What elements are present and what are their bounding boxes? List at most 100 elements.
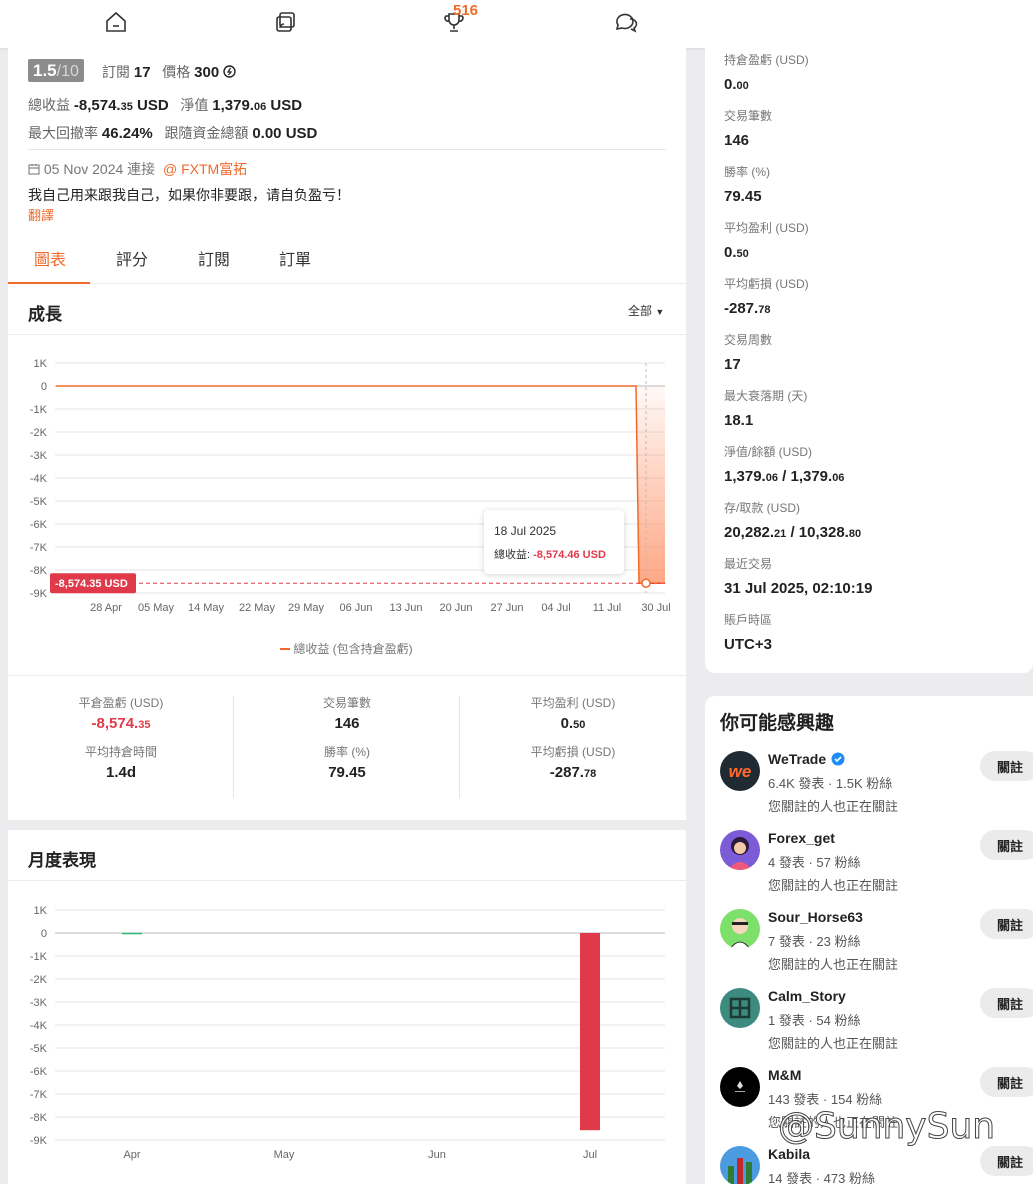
avatar[interactable] bbox=[720, 1146, 760, 1184]
user-note: 您關註的人也正在關註 bbox=[768, 799, 899, 814]
follow-button[interactable]: 關註 bbox=[980, 1146, 1033, 1176]
suggestion-item[interactable]: Sour_Horse63 7 發表 · 23 粉絲 您關註的人也正在關註 關註 bbox=[720, 909, 1033, 979]
monthly-performance-card: 月度表現 1K 0 -1K -2K -3K -4K -5K -6K -7K -8K -9K Apr M… bbox=[8, 830, 686, 1184]
user-name[interactable]: Sour_Horse63 bbox=[768, 909, 863, 925]
x-tick-label: Apr bbox=[123, 1149, 140, 1161]
avatar[interactable] bbox=[720, 988, 760, 1028]
user-name[interactable]: M&M bbox=[768, 1067, 801, 1083]
tab-orders[interactable]: 訂單 bbox=[279, 246, 311, 270]
chart-legend[interactable]: 總收益 (包含持倉盈虧) bbox=[280, 640, 413, 657]
translate-link[interactable]: 翻譯 bbox=[28, 205, 54, 224]
x-tick-label: 06 Jun bbox=[339, 602, 372, 614]
stat-item: 交易周數 17 bbox=[724, 331, 772, 373]
suggestion-item[interactable]: we WeTrade 6.4K 發表 · 1.5K 粉絲 您關註的人也正在關註 … bbox=[720, 751, 1033, 821]
stat-value: 0.50 bbox=[724, 244, 749, 261]
user-name[interactable]: Kabila bbox=[768, 1146, 810, 1162]
growth-chart: 1K 0 -1K -2K -3K -4K -5K -6K -7K -8K -9K 28 Apr 05 … bbox=[30, 358, 671, 614]
stat-item: 最大衰落期 (天) 18.1 bbox=[724, 387, 807, 429]
follow-button[interactable]: 關註 bbox=[980, 830, 1033, 860]
x-tick-label: 22 May bbox=[239, 602, 276, 614]
caret-down-icon: ▼ bbox=[655, 307, 665, 317]
chat-icon[interactable] bbox=[613, 9, 639, 35]
connected-line: 05 Nov 2024 連接 @ FXTM富拓 bbox=[28, 159, 247, 179]
x-tick-label: 13 Jun bbox=[389, 602, 422, 614]
x-tick-label: 28 Apr bbox=[90, 602, 122, 614]
subscribe-count: 訂閱 17 價格 300 bbox=[102, 62, 236, 82]
stat-label: 平均盈利 (USD) bbox=[724, 221, 809, 235]
y-tick-label: 1K bbox=[34, 358, 48, 370]
x-tick-label: Jul bbox=[583, 1149, 597, 1161]
current-value-label: -8,574.35 USD bbox=[55, 578, 128, 590]
copy-trade-icon[interactable] bbox=[273, 9, 299, 35]
stat-value: 20,282.21 / 10,328.80 bbox=[724, 524, 862, 541]
user-stats: 4 發表 · 57 粉絲 bbox=[768, 855, 861, 870]
tab-subscription[interactable]: 訂閱 bbox=[198, 246, 230, 270]
divider bbox=[28, 149, 666, 150]
monthly-bar bbox=[580, 933, 600, 1131]
user-stats: 14 發表 · 473 粉絲 bbox=[768, 1171, 875, 1184]
calendar-icon bbox=[28, 164, 40, 175]
user-note: 您關註的人也正在關註 bbox=[768, 1036, 899, 1051]
trader-profile-card: 1.5/10 訂閱 17 價格 300 總收益 -8,574.35 USD 淨值… bbox=[8, 48, 686, 284]
stat-item: 最近交易 31 Jul 2025, 02:10:19 bbox=[724, 555, 872, 597]
y-tick-label: -5K bbox=[30, 496, 48, 508]
stat-value: 146 bbox=[724, 132, 750, 149]
suggestion-item[interactable]: Kabila 14 發表 · 473 粉絲 關註 bbox=[720, 1146, 1033, 1184]
tooltip-date: 18 Jul 2025 bbox=[494, 524, 557, 538]
x-tick-label: 29 May bbox=[288, 602, 325, 614]
suggestions-title: 你可能感興趣 bbox=[720, 713, 835, 734]
user-name[interactable]: Calm_Story bbox=[768, 988, 846, 1004]
verified-badge-icon bbox=[831, 752, 845, 771]
x-tick-label: May bbox=[274, 1149, 295, 1161]
y-tick-label: -7K bbox=[30, 542, 48, 554]
y-tick-label: -9K bbox=[30, 588, 48, 600]
stat-item: 淨值/餘額 (USD) 1,379.06 / 1,379.06 bbox=[724, 443, 844, 485]
follow-button[interactable]: 關註 bbox=[980, 751, 1033, 781]
suggestion-item[interactable]: Calm_Story 1 發表 · 54 粉絲 您關註的人也正在關註 關註 bbox=[720, 988, 1033, 1058]
y-tick-label: -2K bbox=[30, 974, 48, 986]
stat-label: 賬戶時區 bbox=[724, 613, 773, 627]
y-tick-label: -3K bbox=[30, 997, 48, 1009]
stats-column-2: 交易筆數 146 勝率 (%) 79.45 bbox=[322, 696, 371, 781]
y-tick-label: -5K bbox=[30, 1043, 48, 1055]
profile-tabs: 圖表 評分 訂閱 訂單 bbox=[8, 234, 686, 284]
y-tick-label: 1K bbox=[34, 905, 48, 917]
suggestion-item[interactable]: Forex_get 4 發表 · 57 粉絲 您關註的人也正在關註 關註 bbox=[720, 830, 1033, 900]
tab-rating[interactable]: 評分 bbox=[116, 246, 148, 270]
svg-text:we: we bbox=[729, 762, 752, 781]
user-stats: 7 發表 · 23 粉絲 bbox=[768, 934, 861, 949]
stat-label: 最大衰落期 (天) bbox=[724, 389, 808, 403]
tooltip-value-line: 總收益: -8,574.46 USD bbox=[494, 549, 606, 561]
home-icon[interactable] bbox=[103, 9, 129, 35]
account-stats-card: 持倉盈虧 (USD) 0.00 交易筆數 146 勝率 (%) 79.45 平均盈利 (US… bbox=[705, 48, 1033, 673]
stat-item: 賬戶時區 UTC+3 bbox=[724, 611, 772, 653]
user-note: 您關註的人也正在關註 bbox=[768, 878, 899, 893]
follow-button[interactable]: 關註 bbox=[980, 909, 1033, 939]
tab-chart[interactable]: 圖表 bbox=[34, 246, 66, 270]
trader-description: 我自己用来跟我自己，如果你非要跟，请自负盈亏！ bbox=[28, 187, 350, 203]
broker-link[interactable]: @ FXTM富拓 bbox=[163, 161, 247, 177]
rating-badge: 1.5/10 bbox=[28, 59, 84, 82]
range-filter-dropdown[interactable]: 全部 ▼ bbox=[628, 302, 664, 319]
y-tick-label: -1K bbox=[30, 951, 48, 963]
stat-label: 最近交易 bbox=[724, 557, 773, 571]
follow-button[interactable]: 關註 bbox=[980, 1067, 1033, 1097]
x-tick-label: 20 Jun bbox=[439, 602, 472, 614]
avatar[interactable] bbox=[720, 1067, 760, 1107]
stat-value: 18.1 bbox=[724, 412, 754, 429]
x-tick-label: 04 Jul bbox=[541, 602, 570, 614]
avatar[interactable] bbox=[720, 909, 760, 949]
follow-button[interactable]: 關註 bbox=[980, 988, 1033, 1018]
avatar[interactable]: we bbox=[720, 751, 760, 791]
stat-label: 勝率 (%) bbox=[724, 165, 770, 179]
stat-label: 交易周數 bbox=[724, 333, 773, 347]
stat-value: 0.00 bbox=[724, 76, 749, 93]
user-name[interactable]: Forex_get bbox=[768, 830, 835, 846]
stat-value: -287.78 bbox=[724, 300, 771, 317]
stat-item: 勝率 (%) 79.45 bbox=[724, 163, 770, 205]
user-name[interactable]: WeTrade bbox=[768, 751, 826, 767]
stat-label: 平均虧損 (USD) bbox=[724, 277, 809, 291]
avatar[interactable] bbox=[720, 830, 760, 870]
y-tick-label: -3K bbox=[30, 450, 48, 462]
chart-tooltip: 18 Jul 2025 總收益: -8,574.46 USD bbox=[484, 510, 624, 574]
